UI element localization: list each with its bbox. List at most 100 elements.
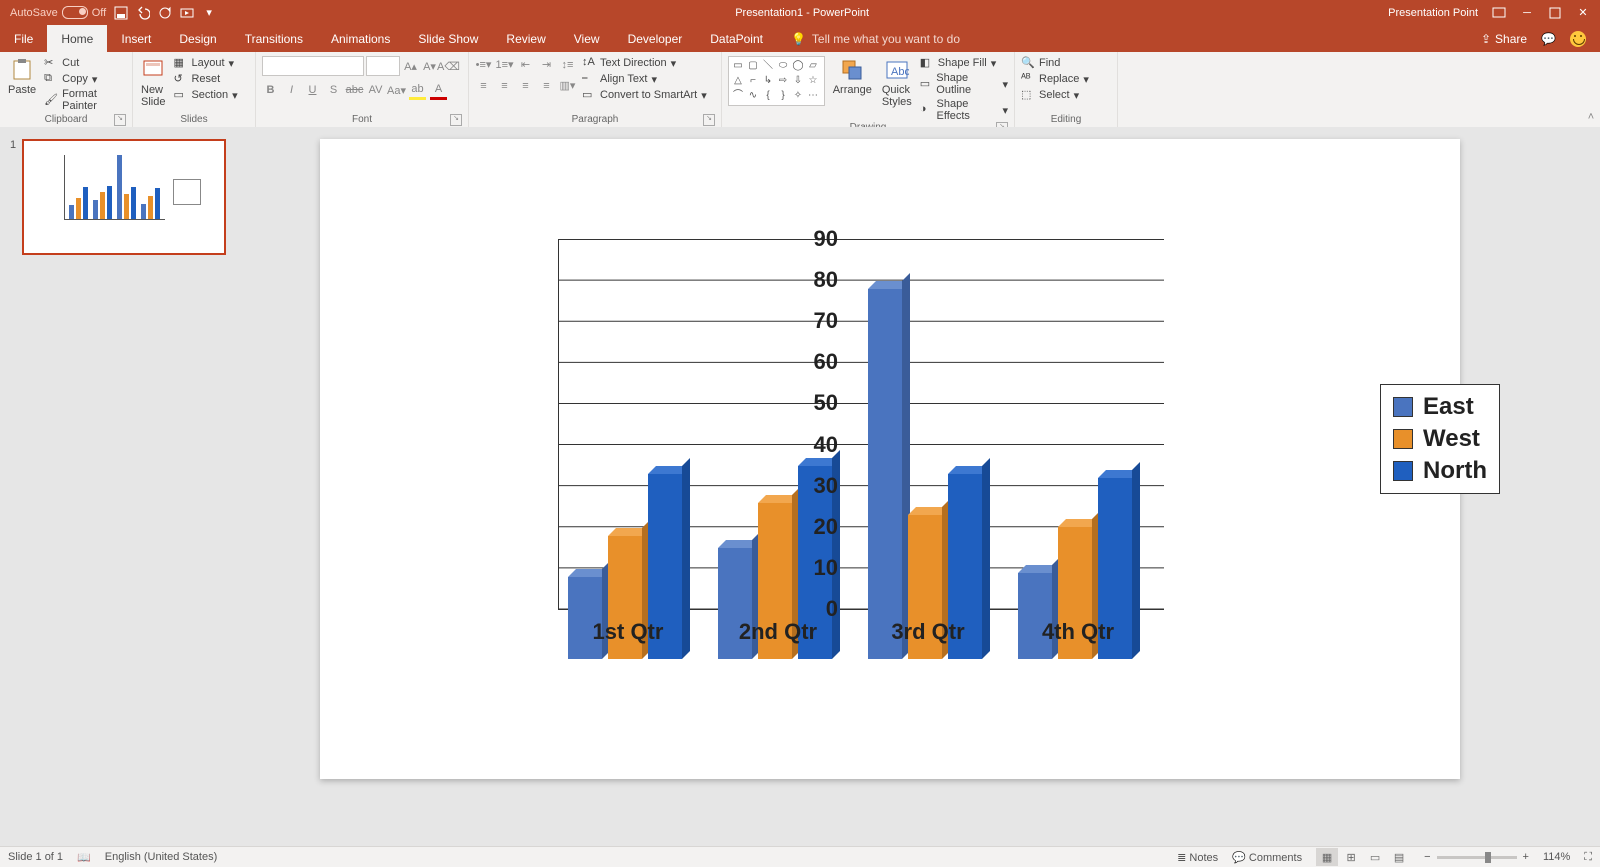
quick-styles-button[interactable]: Abc Quick Styles xyxy=(880,56,914,110)
tab-home[interactable]: Home xyxy=(47,25,107,52)
format-painter-button[interactable]: 🖌Format Painter xyxy=(44,88,126,112)
tab-developer[interactable]: Developer xyxy=(614,25,697,52)
slide-canvas-area[interactable]: 0102030405060708090 1st Qtr2nd Qtr3rd Qt… xyxy=(260,127,1600,847)
section-button[interactable]: ▭Section ▾ xyxy=(173,88,237,102)
zoom-slider[interactable]: − + xyxy=(1424,851,1529,863)
zoom-out-icon[interactable]: − xyxy=(1424,851,1430,863)
new-slide-button[interactable]: New Slide xyxy=(139,56,167,110)
shape-outline-button[interactable]: ▭Shape Outline ▾ xyxy=(920,72,1008,96)
italic-button[interactable]: I xyxy=(283,82,300,99)
tab-datapoint[interactable]: DataPoint xyxy=(696,25,777,52)
align-right-icon[interactable]: ≡ xyxy=(517,77,534,94)
fit-to-window-icon[interactable]: ⛶ xyxy=(1584,851,1592,864)
slide-sorter-view-icon[interactable]: ⊞ xyxy=(1340,848,1362,866)
bar-chart[interactable]: 0102030405060708090 1st Qtr2nd Qtr3rd Qt… xyxy=(490,239,1450,659)
tab-view[interactable]: View xyxy=(560,25,614,52)
bar-east-4[interactable] xyxy=(1018,573,1052,659)
redo-icon[interactable] xyxy=(158,6,172,20)
increase-indent-icon[interactable]: ⇥ xyxy=(538,56,555,73)
smartart-icon: ▭ xyxy=(582,88,596,102)
arrange-button[interactable]: Arrange xyxy=(831,56,874,98)
align-text-button[interactable]: ⎯Align Text ▾ xyxy=(582,72,707,86)
tab-transitions[interactable]: Transitions xyxy=(231,25,317,52)
paste-button[interactable]: Paste xyxy=(6,56,38,98)
legend-item-north[interactable]: North xyxy=(1393,455,1487,487)
ribbon-display-options-icon[interactable] xyxy=(1492,6,1506,20)
font-dialog-launcher[interactable]: ↘ xyxy=(450,114,462,126)
shadow-button[interactable]: S xyxy=(325,82,342,99)
tab-animations[interactable]: Animations xyxy=(317,25,404,52)
decrease-indent-icon[interactable]: ⇤ xyxy=(517,56,534,73)
legend-item-east[interactable]: East xyxy=(1393,391,1487,423)
chart-legend[interactable]: EastWestNorth xyxy=(1380,384,1500,494)
slide-thumbnail-pane[interactable]: 1 xyxy=(0,127,260,847)
feedback-smiley-icon[interactable] xyxy=(1570,31,1586,47)
increase-font-icon[interactable]: A▴ xyxy=(402,58,419,75)
justify-icon[interactable]: ≡ xyxy=(538,77,555,94)
tab-review[interactable]: Review xyxy=(492,25,559,52)
save-icon[interactable] xyxy=(114,6,128,20)
cut-button[interactable]: ✂Cut xyxy=(44,56,126,70)
shape-effects-button[interactable]: ◑Shape Effects ▾ xyxy=(920,98,1008,122)
find-button[interactable]: 🔍Find xyxy=(1021,56,1111,70)
slideshow-view-icon[interactable]: ▤ xyxy=(1388,848,1410,866)
tell-me-search[interactable]: 💡 Tell me what you want to do xyxy=(777,25,960,52)
tab-file[interactable]: File xyxy=(0,25,47,52)
qat-customize-icon[interactable]: ▾ xyxy=(202,6,216,20)
strikethrough-button[interactable]: abc xyxy=(346,82,363,99)
underline-button[interactable]: U xyxy=(304,82,321,99)
replace-button[interactable]: ᴬᴮReplace ▾ xyxy=(1021,72,1111,86)
reset-button[interactable]: ↺Reset xyxy=(173,72,237,86)
new-slide-icon xyxy=(141,58,165,82)
language-indicator[interactable]: English (United States) xyxy=(105,851,218,863)
clipboard-dialog-launcher[interactable]: ↘ xyxy=(114,114,126,126)
select-button[interactable]: ⬚Select ▾ xyxy=(1021,88,1111,102)
zoom-percent[interactable]: 114% xyxy=(1543,851,1570,863)
change-case-icon[interactable]: Aa▾ xyxy=(388,82,405,99)
bold-button[interactable]: B xyxy=(262,82,279,99)
zoom-in-icon[interactable]: + xyxy=(1523,851,1529,863)
maximize-icon[interactable] xyxy=(1548,6,1562,20)
slide-1[interactable]: 0102030405060708090 1st Qtr2nd Qtr3rd Qt… xyxy=(320,139,1460,779)
align-center-icon[interactable]: ≡ xyxy=(496,77,513,94)
bar-east-1[interactable] xyxy=(568,577,602,659)
bullets-icon[interactable]: •≡▾ xyxy=(475,56,492,73)
slide-thumbnail-1[interactable] xyxy=(22,139,226,255)
tab-insert[interactable]: Insert xyxy=(107,25,165,52)
notes-button[interactable]: ≣ Notes xyxy=(1177,851,1218,864)
tab-design[interactable]: Design xyxy=(165,25,230,52)
share-button[interactable]: ⇪ Share xyxy=(1481,32,1527,46)
font-size-combo[interactable] xyxy=(366,56,400,76)
reading-view-icon[interactable]: ▭ xyxy=(1364,848,1386,866)
start-from-beginning-icon[interactable] xyxy=(180,6,194,20)
font-name-combo[interactable] xyxy=(262,56,364,76)
comments-icon[interactable]: 💬 xyxy=(1541,32,1556,46)
highlight-icon[interactable]: ab xyxy=(409,80,426,100)
layout-button[interactable]: ▦Layout ▾ xyxy=(173,56,237,70)
character-spacing-icon[interactable]: AV xyxy=(367,82,384,99)
tab-slide-show[interactable]: Slide Show xyxy=(404,25,492,52)
font-color-icon[interactable]: A xyxy=(430,80,447,100)
undo-icon[interactable] xyxy=(136,6,150,20)
comments-button[interactable]: 💬 Comments xyxy=(1232,851,1302,864)
collapse-ribbon-icon[interactable]: ˄ xyxy=(1582,52,1600,127)
text-direction-button[interactable]: ↕AText Direction ▾ xyxy=(582,56,707,70)
paragraph-dialog-launcher[interactable]: ↘ xyxy=(703,114,715,126)
align-left-icon[interactable]: ≡ xyxy=(475,77,492,94)
close-icon[interactable]: ✕ xyxy=(1576,6,1590,20)
columns-icon[interactable]: ▥▾ xyxy=(559,77,576,94)
autosave-toggle[interactable]: AutoSave Off xyxy=(10,6,106,19)
minimize-icon[interactable]: ─ xyxy=(1520,6,1534,20)
numbering-icon[interactable]: 1≡▾ xyxy=(496,56,513,73)
copy-button[interactable]: ⧉Copy ▾ xyxy=(44,72,126,86)
spellcheck-icon[interactable]: 📖 xyxy=(77,851,91,864)
line-spacing-icon[interactable]: ↕≡ xyxy=(559,56,576,73)
normal-view-icon[interactable]: ▦ xyxy=(1316,848,1338,866)
bar-east-3[interactable] xyxy=(868,289,902,659)
decrease-font-icon[interactable]: A▾ xyxy=(421,58,438,75)
clear-formatting-icon[interactable]: A⌫ xyxy=(440,58,457,75)
shape-fill-button[interactable]: ◧Shape Fill ▾ xyxy=(920,56,1008,70)
shapes-gallery[interactable]: ▭▢＼⬭◯▱ △⌐↳⇨⇩☆ ⌒∿{}✧⋯ xyxy=(728,56,825,106)
legend-item-west[interactable]: West xyxy=(1393,423,1487,455)
convert-smartart-button[interactable]: ▭Convert to SmartArt ▾ xyxy=(582,88,707,102)
